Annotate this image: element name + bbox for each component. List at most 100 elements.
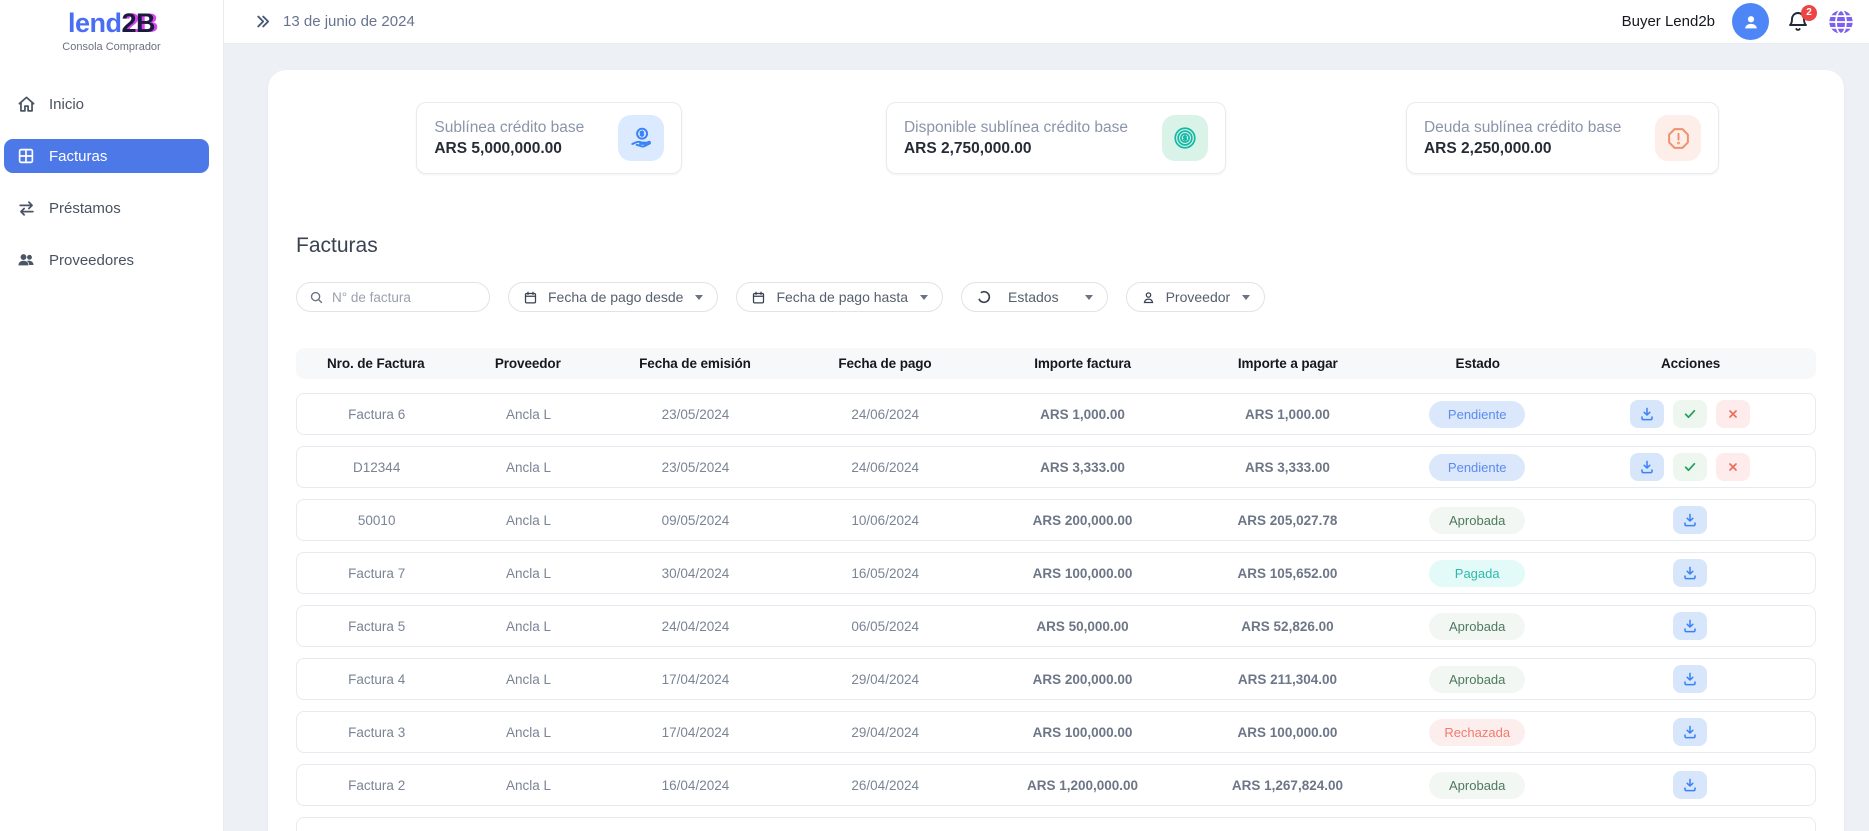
download-icon	[1639, 459, 1655, 475]
download-button[interactable]	[1673, 718, 1707, 746]
invoices-grid-icon	[16, 146, 36, 166]
invoice-search[interactable]	[296, 282, 490, 312]
download-icon	[1682, 777, 1698, 793]
filter-supplier[interactable]: Proveedor	[1126, 282, 1266, 312]
actions-cell	[1564, 771, 1814, 799]
invoice-number-cell: Factura 4	[297, 672, 456, 687]
sidebar-item-label: Facturas	[49, 148, 107, 165]
supplier-cell: Ancla L	[456, 566, 600, 581]
card-value: ARS 2,250,000.00	[1424, 140, 1621, 158]
status-cell: Aprobada	[1390, 772, 1565, 799]
download-button[interactable]	[1673, 506, 1707, 534]
reject-button[interactable]	[1716, 453, 1750, 481]
filter-date-to[interactable]: Fecha de pago hasta	[736, 282, 943, 312]
sidebar-item-inicio[interactable]: Inicio	[4, 87, 209, 121]
sidebar-item-label: Inicio	[49, 96, 84, 113]
table-row: Factura 3Ancla L17/04/202429/04/2024ARS …	[296, 711, 1816, 753]
approve-button[interactable]	[1673, 453, 1707, 481]
chevron-down-icon	[695, 295, 703, 300]
column-header: Importe factura	[980, 356, 1185, 371]
supplier-cell: Ancla L	[456, 672, 600, 687]
loans-transfer-icon	[16, 198, 36, 218]
invoice-number-cell: D12344	[297, 460, 456, 475]
payable-amount-cell: ARS 52,826.00	[1185, 619, 1390, 634]
status-cell: Pendiente	[1390, 454, 1565, 481]
column-header: Estado	[1390, 356, 1565, 371]
table-row: Factura 6Ancla L23/05/202424/06/2024ARS …	[296, 393, 1816, 435]
filter-states[interactable]: Estados	[961, 282, 1108, 312]
card-title: Disponible sublínea crédito base	[904, 119, 1128, 137]
approve-button[interactable]	[1673, 400, 1707, 428]
status-cell: Pagada	[1390, 560, 1565, 587]
brand-logo: lend2B Consola Comprador	[0, 0, 223, 53]
invoice-amount-cell: ARS 100,000.00	[980, 566, 1185, 581]
issue-date-cell: 30/04/2024	[601, 566, 791, 581]
download-icon	[1682, 618, 1698, 634]
sidebar-nav: Inicio Facturas Préstamos Proveedores	[0, 87, 223, 277]
status-circle-icon	[976, 289, 992, 305]
download-button[interactable]	[1673, 612, 1707, 640]
invoice-amount-cell: ARS 200,000.00	[980, 513, 1185, 528]
payable-amount-cell: ARS 1,267,824.00	[1185, 778, 1390, 793]
payable-amount-cell: ARS 205,027.78	[1185, 513, 1390, 528]
chevron-down-icon	[1085, 295, 1093, 300]
table-row: 50010Ancla L09/05/202410/06/2024ARS 200,…	[296, 499, 1816, 541]
card-title: Sublínea crédito base	[434, 119, 584, 137]
content-panel: Sublínea crédito base ARS 5,000,000.00 D…	[268, 70, 1844, 831]
download-button[interactable]	[1630, 453, 1664, 481]
language-button[interactable]	[1827, 8, 1855, 36]
pay-date-cell: 24/06/2024	[790, 460, 980, 475]
issue-date-cell: 24/04/2024	[601, 619, 791, 634]
status-cell: Rechazada	[1390, 719, 1565, 746]
invoice-amount-cell: ARS 1,000.00	[980, 407, 1185, 422]
filter-date-from[interactable]: Fecha de pago desde	[508, 282, 718, 312]
invoice-number-cell: Factura 2	[297, 778, 456, 793]
chevron-down-icon	[1242, 295, 1250, 300]
column-header: Importe a pagar	[1185, 356, 1390, 371]
filter-label: Fecha de pago hasta	[776, 289, 908, 305]
download-icon	[1682, 512, 1698, 528]
download-button[interactable]	[1673, 665, 1707, 693]
reject-button[interactable]	[1716, 400, 1750, 428]
approve-icon	[1683, 407, 1697, 421]
invoice-amount-cell: ARS 3,333.00	[980, 460, 1185, 475]
notifications-button[interactable]: 2	[1786, 10, 1810, 34]
double-chevron-right-icon[interactable]	[254, 13, 271, 30]
topbar: 13 de junio de 2024 Buyer Lend2b 2	[224, 0, 1869, 44]
issue-date-cell: 17/04/2024	[601, 672, 791, 687]
sidebar-item-prestamos[interactable]: Préstamos	[4, 191, 209, 225]
status-cell: Aprobada	[1390, 507, 1565, 534]
filters-bar: Fecha de pago desde Fecha de pago hasta …	[296, 282, 1816, 312]
supplier-cell: Ancla L	[456, 460, 600, 475]
user-avatar-icon[interactable]	[1732, 3, 1769, 40]
notification-count-badge: 2	[1801, 5, 1817, 21]
card-title: Deuda sublínea crédito base	[1424, 119, 1621, 137]
status-badge: Aprobada	[1429, 507, 1525, 534]
console-subtitle: Consola Comprador	[0, 41, 223, 53]
summary-cards: Sublínea crédito base ARS 5,000,000.00 D…	[296, 102, 1816, 174]
table-header: Nro. de Factura Proveedor Fecha de emisi…	[296, 348, 1816, 379]
globe-icon	[1827, 8, 1855, 36]
payable-amount-cell: ARS 211,304.00	[1185, 672, 1390, 687]
supplier-cell: Ancla L	[456, 407, 600, 422]
search-input[interactable]	[332, 290, 462, 305]
invoice-number-cell: Factura 6	[297, 407, 456, 422]
card-credit-subline: Sublínea crédito base ARS 5,000,000.00	[416, 102, 682, 174]
table-row: Factura 4Ancla L17/04/202429/04/2024ARS …	[296, 658, 1816, 700]
home-icon	[16, 94, 36, 114]
supplier-cell: Ancla L	[456, 619, 600, 634]
page-title: Facturas	[296, 234, 1816, 258]
status-badge: Rechazada	[1429, 719, 1525, 746]
sidebar-item-proveedores[interactable]: Proveedores	[4, 243, 209, 277]
column-header: Acciones	[1565, 356, 1816, 371]
actions-cell	[1564, 665, 1814, 693]
table-row: Factura 2Ancla L16/04/202426/04/2024ARS …	[296, 764, 1816, 806]
actions-cell	[1564, 559, 1814, 587]
hand-coin-icon	[618, 115, 664, 161]
download-button[interactable]	[1630, 400, 1664, 428]
sidebar-item-facturas[interactable]: Facturas	[4, 139, 209, 173]
download-button[interactable]	[1673, 771, 1707, 799]
download-button[interactable]	[1673, 559, 1707, 587]
invoice-amount-cell: ARS 100,000.00	[980, 725, 1185, 740]
table-row: D12344Ancla L23/05/202424/06/2024ARS 3,3…	[296, 446, 1816, 488]
